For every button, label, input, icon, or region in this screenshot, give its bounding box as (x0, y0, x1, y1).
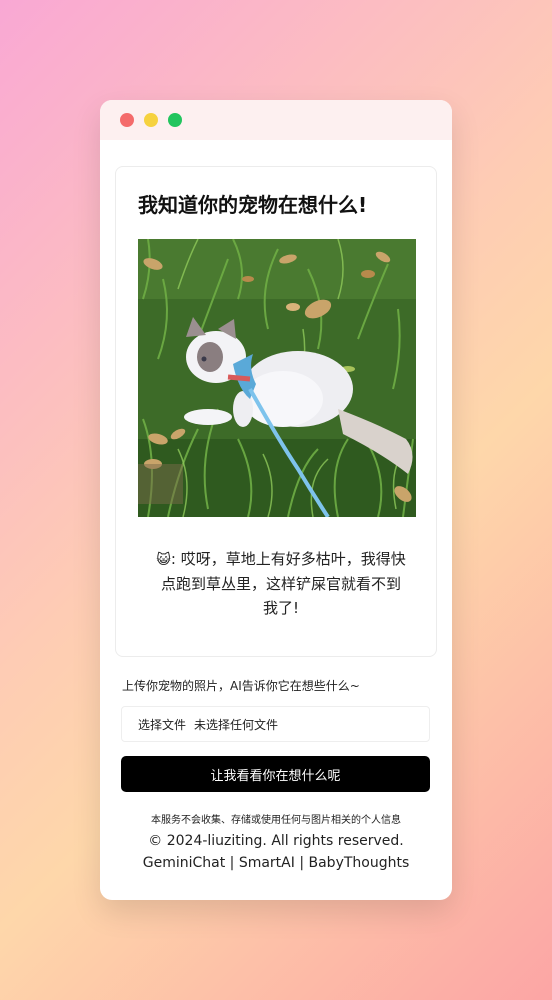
window-titlebar (100, 100, 452, 140)
close-window-dot[interactable] (120, 113, 134, 127)
footer: 本服务不会收集、存储或使用任何与图片相关的个人信息 © 2024-liuziti… (100, 814, 452, 874)
maximize-window-dot[interactable] (168, 113, 182, 127)
cat-emoji-icon: 😺 (156, 552, 171, 568)
footer-links[interactable]: GeminiChat | SmartAI | BabyThoughts (100, 852, 452, 874)
copyright-text: © 2024-liuziting. All rights reserved. (148, 833, 404, 849)
pet-thought-text: 😺: 哎呀，草地上有好多枯叶，我得快点跑到草丛里，这样铲屎官就看不到我了! (156, 547, 406, 620)
file-status-text: 未选择任何文件 (194, 717, 279, 732)
pet-photo (138, 239, 416, 517)
upload-hint: 上传你宠物的照片，AI告诉你它在想些什么~ (122, 679, 360, 693)
result-card: 我知道你的宠物在想什么! 😺: 哎呀，草地上有好多枯叶，我得快点跑到草丛里，这样… (115, 166, 437, 657)
page-title: 我知道你的宠物在想什么! (138, 193, 368, 217)
minimize-window-dot[interactable] (144, 113, 158, 127)
privacy-notice: 本服务不会收集、存储或使用任何与图片相关的个人信息 (151, 815, 401, 826)
submit-button[interactable]: 让我看看你在想什么呢 (121, 756, 430, 792)
thought-message: : 哎呀，草地上有好多枯叶，我得快点跑到草丛里，这样铲屎官就看不到我了! (160, 550, 406, 617)
cat-on-grass-image (138, 239, 416, 517)
choose-file-button[interactable]: 选择文件 (138, 716, 186, 733)
app-window: 我知道你的宠物在想什么! 😺: 哎呀，草地上有好多枯叶，我得快点跑到草丛里，这样… (100, 100, 452, 900)
file-input[interactable]: 选择文件 未选择任何文件 (121, 706, 430, 742)
